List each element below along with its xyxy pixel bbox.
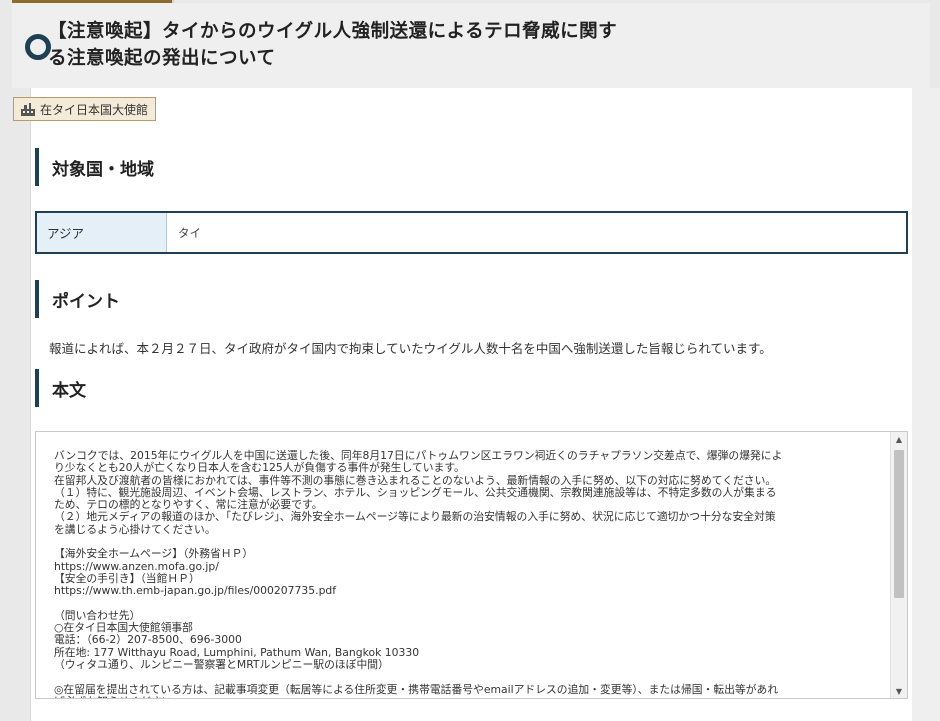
embassy-tag[interactable]: 在タイ日本国大使館: [13, 97, 157, 121]
section-heading-point: ポイント: [35, 280, 905, 318]
section-heading-body: 本文: [35, 369, 905, 407]
region-table: アジア タイ: [35, 211, 908, 254]
scroll-up-arrow-icon[interactable]: ▲: [891, 432, 907, 446]
page-title-line-1: 【注意喚起】タイからのウイグル人強制送還によるテロ脅威に関す: [48, 21, 618, 42]
body-text: バンコクでは、2015年にウイグル人を中国に送還した後、同年8月17日にパトゥム…: [54, 449, 783, 698]
region-country-cell: タイ: [167, 213, 906, 252]
page-title-line-2: る注意喚起の発出について: [48, 48, 276, 69]
side-margin: [912, 88, 940, 721]
point-text: 報道によれば、本２月２７日、タイ政府がタイ国内で拘束していたウイグル人数十名を中…: [49, 341, 772, 356]
section-heading-body-label: 本文: [52, 380, 86, 401]
scroll-thumb[interactable]: [894, 450, 904, 598]
page-title: 【注意喚起】タイからのウイグル人強制送還によるテロ脅威に関す る注意喚起の発出に…: [48, 18, 668, 72]
region-area-cell: アジア: [37, 213, 167, 252]
section-heading-point-label: ポイント: [52, 291, 120, 312]
body-scrollbar[interactable]: ▲ ▼: [890, 432, 907, 698]
region-area-label: アジア: [47, 226, 85, 241]
body-text-area[interactable]: バンコクでは、2015年にウイグル人を中国に送還した後、同年8月17日にパトゥム…: [35, 431, 908, 699]
section-heading-region: 対象国・地域: [35, 148, 905, 186]
building-icon: [21, 102, 35, 116]
page-header: 【注意喚起】タイからのウイグル人強制送還によるテロ脅威に関す る注意喚起の発出に…: [12, 3, 930, 88]
embassy-tag-label: 在タイ日本国大使館: [40, 102, 149, 117]
section-heading-region-label: 対象国・地域: [52, 159, 154, 180]
region-country-value: タイ: [178, 225, 201, 240]
scroll-down-arrow-icon[interactable]: ▼: [891, 684, 907, 698]
